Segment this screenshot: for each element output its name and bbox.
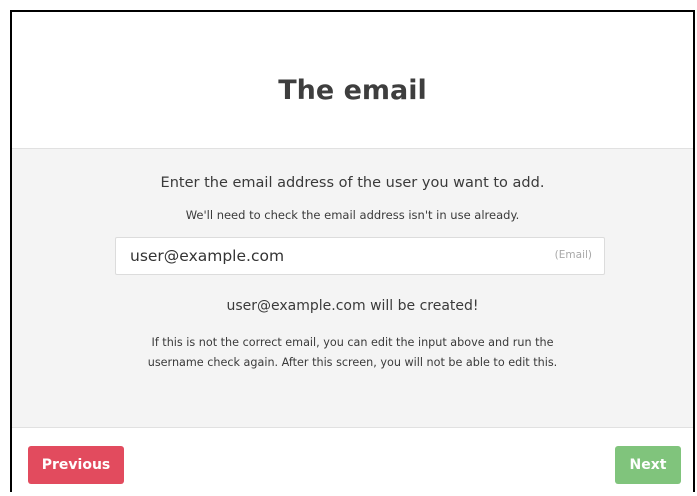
add-user-dialog: The email Enter the email address of the…: [10, 10, 695, 492]
dialog-header: The email: [12, 12, 693, 149]
instruction-text: Enter the email address of the user you …: [160, 175, 545, 191]
edit-warning-note: If this is not the correct email, you ca…: [122, 333, 583, 373]
page-title: The email: [278, 74, 427, 106]
edit-warning-line-1: If this is not the correct email, you ca…: [151, 336, 554, 349]
email-field[interactable]: (Email): [115, 237, 605, 275]
dialog-footer: Previous Next: [12, 428, 693, 494]
next-button[interactable]: Next: [615, 446, 681, 484]
dialog-body: Enter the email address of the user you …: [12, 149, 693, 428]
previous-button[interactable]: Previous: [28, 446, 124, 484]
email-type-hint: (Email): [554, 249, 592, 261]
email-input[interactable]: [130, 238, 530, 274]
creation-status-text: user@example.com will be created!: [226, 298, 479, 314]
instruction-subtext: We'll need to check the email address is…: [185, 208, 520, 222]
edit-warning-line-2: username check again. After this screen,…: [147, 356, 558, 369]
